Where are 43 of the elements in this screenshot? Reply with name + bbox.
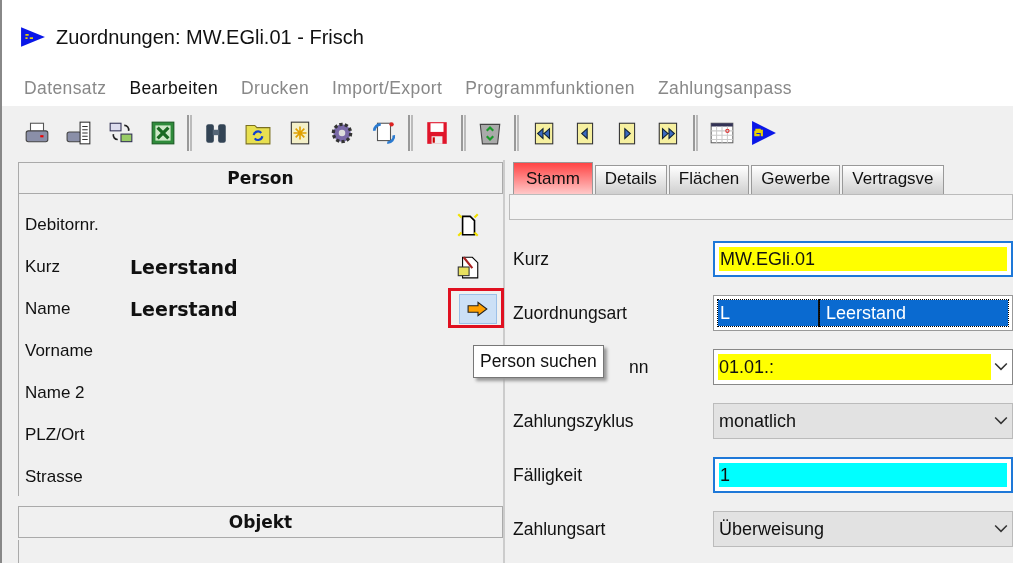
arrow-right-icon <box>467 301 489 317</box>
panel-header: Objekt <box>18 506 503 538</box>
field-label: PLZ/Ort <box>25 425 86 445</box>
field-label: Vorname <box>25 341 95 361</box>
code-select-field[interactable]: L Leerstand <box>713 295 1013 331</box>
play-logo-icon[interactable] <box>751 120 777 146</box>
app-logo-icon <box>20 26 46 48</box>
field-label: Fälligkeit <box>513 464 583 485</box>
field-label: Zuordnungsart <box>513 302 627 323</box>
tab[interactable]: Stamm <box>513 162 593 194</box>
field-label: nn <box>629 356 649 378</box>
spreadsheet-icon[interactable] <box>150 120 176 146</box>
dropdown-field[interactable]: 01.01.: <box>713 349 1013 385</box>
tab[interactable]: Details <box>594 165 667 194</box>
panel-header: Person <box>18 162 503 194</box>
new-document-icon[interactable] <box>455 212 481 238</box>
save-icon[interactable] <box>424 120 450 146</box>
field-label: Zahlungszyklus <box>513 410 634 431</box>
tab[interactable]: Vertragsve <box>842 165 944 194</box>
search-person-button[interactable] <box>459 294 497 324</box>
chevron-down-icon[interactable] <box>994 362 1008 372</box>
edit-document-icon[interactable] <box>455 254 481 280</box>
field-label: Debitornr. <box>25 215 100 235</box>
menu-item[interactable]: Bearbeiten <box>129 77 219 99</box>
field-label: Name 2 <box>25 383 86 403</box>
input-field[interactable]: MW.EGli.01 <box>713 241 1013 277</box>
field-label: Zahlungsart <box>513 518 606 539</box>
document-refresh-icon[interactable] <box>371 120 397 146</box>
print-preview-icon[interactable] <box>66 120 92 146</box>
highlight-frame <box>448 288 504 328</box>
field-label: Kurz <box>25 257 61 277</box>
field-value: Leerstand <box>130 256 238 278</box>
window-title: Zuordnungen: MW.EGli.01 - Frisch <box>56 25 364 49</box>
tab[interactable]: Flächen <box>668 165 750 194</box>
gear-icon[interactable] <box>329 120 355 146</box>
field-label: Name <box>25 299 72 319</box>
input-field[interactable]: 1 <box>713 457 1013 493</box>
field-value: Leerstand <box>130 298 238 320</box>
calendar-icon[interactable] <box>709 120 735 146</box>
field-label: Strasse <box>25 467 84 487</box>
tooltip: Person suchen <box>473 345 604 378</box>
tab[interactable]: Gewerbe <box>751 165 841 194</box>
field-label: Kurz <box>513 248 549 269</box>
